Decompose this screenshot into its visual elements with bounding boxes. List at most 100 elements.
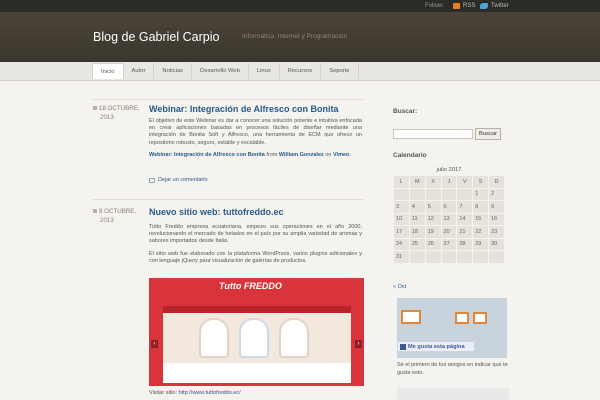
post-body: Tutto Freddo empresa ecuatoriana, empezo… — [149, 224, 362, 270]
tuttofreddo-screenshot[interactable]: Tutto FREDDO ‹ › — [149, 278, 364, 386]
calendar-day: 2 — [488, 187, 505, 201]
calendar-day: 15 — [472, 212, 490, 226]
calendar-day — [440, 187, 458, 201]
post-title[interactable]: Nuevo sitio web: tuttofreddo.ec — [149, 207, 284, 217]
cover-graphic — [401, 310, 421, 324]
cover-graphic — [455, 312, 469, 324]
calendar-day: 24 — [393, 237, 410, 251]
calendar-day — [456, 250, 474, 264]
banner-logo: Tutto FREDDO — [219, 281, 282, 291]
calendar-day — [488, 250, 505, 264]
post: 8 OCTUBRE, 2013 Nuevo sitio web: tuttofre… — [93, 207, 362, 282]
facebook-icon — [400, 343, 406, 350]
search-button[interactable]: Buscar — [475, 128, 501, 140]
visit-site-link[interactable]: http://www.tuttofreddo.ec/ — [179, 390, 241, 396]
facebook-widget-text: Sé el primero de tus amigos en indicar q… — [397, 362, 508, 376]
video-link[interactable]: Webinar: Integración de Alfresco con Bon… — [149, 152, 265, 158]
nav-item-autor[interactable]: Autor — [124, 63, 155, 79]
facebook-like-button[interactable]: Me gusta esta página — [397, 341, 475, 352]
calendar-day: 19 — [424, 225, 442, 239]
post-paragraph: El objetivo de este Webinar es dar a con… — [149, 118, 362, 146]
follow-label: Follow: — [425, 3, 445, 9]
calendar-day: 10 — [393, 212, 410, 226]
banner-nav — [163, 306, 351, 313]
rss-link[interactable]: RSS — [453, 3, 475, 9]
calendar-day — [408, 187, 426, 201]
calendar-day: 17 — [393, 225, 410, 239]
calendar-day: 20 — [440, 225, 458, 239]
nav-item-soporte[interactable]: Soporte — [321, 63, 359, 79]
comment-link[interactable]: Dejar un comentario — [149, 177, 208, 183]
nav-item-linux[interactable]: Linux — [249, 63, 280, 79]
calendar-day — [456, 187, 474, 201]
nav-item-inicio[interactable]: Inicio — [92, 63, 124, 79]
calendar-prev-link[interactable]: « Oct — [393, 284, 406, 290]
weekday: X — [424, 175, 442, 189]
calendar-day — [440, 250, 458, 264]
vimeo-link[interactable]: Vimeo — [333, 152, 349, 158]
post-paragraph: El sitio web fue elaborado con la plataf… — [149, 250, 362, 264]
slider-next-icon[interactable]: › — [355, 340, 362, 348]
calendar-day — [408, 250, 426, 264]
weekday: S — [472, 175, 490, 189]
weekday: M — [408, 175, 426, 189]
ice-cream-cup — [199, 318, 229, 358]
post-body: El objetivo de este Webinar es dar a con… — [149, 118, 362, 164]
calendar-day: 23 — [488, 225, 505, 239]
calendar: julio 2017 L M X J V S D 1 2 3 4 5 6 7 8 — [393, 165, 505, 264]
calendar-day: 3 — [393, 200, 410, 214]
calendar-day: 18 — [408, 225, 426, 239]
twitter-link[interactable]: Twitter — [480, 3, 509, 9]
calendar-day: 27 — [440, 237, 458, 251]
twitter-icon — [480, 3, 488, 9]
calendar-day: 7 — [456, 200, 474, 214]
post-embed-credit: Webinar: Integración de Alfresco con Bon… — [149, 151, 351, 158]
weekday: V — [456, 175, 474, 189]
post-title[interactable]: Webinar: Integración de Alfresco con Bon… — [149, 104, 339, 114]
calendar-day — [424, 187, 442, 201]
calendar-week: 10 11 12 13 14 15 16 — [393, 212, 505, 226]
post-divider — [93, 199, 363, 200]
slider-prev-icon[interactable]: ‹ — [151, 340, 158, 348]
weekday: J — [440, 175, 458, 189]
calendar-day: 9 — [488, 200, 505, 214]
top-bar: Follow: RSS Twitter — [0, 0, 600, 12]
site-description: Informática, Internet y Programación — [242, 33, 348, 40]
nav-item-noticias[interactable]: Noticias — [154, 63, 193, 79]
calendar-day: 12 — [424, 212, 442, 226]
facebook-widget-footer — [397, 388, 509, 400]
visit-site: Visitar sitio: http://www.tuttofreddo.ec… — [149, 390, 241, 396]
author-link[interactable]: William Gonzalez — [279, 152, 324, 158]
calendar-day: 21 — [456, 225, 474, 239]
calendar-day: 13 — [440, 212, 458, 226]
weekday: D — [488, 175, 505, 189]
calendar-day: 6 — [440, 200, 458, 214]
search-input[interactable] — [393, 129, 473, 139]
site-header: Blog de Gabriel Carpio Informática, Inte… — [0, 12, 600, 62]
site-title[interactable]: Blog de Gabriel Carpio — [93, 30, 219, 44]
calendar-day: 22 — [472, 225, 490, 239]
calendar-day: 1 — [472, 187, 490, 201]
calendar-week: 17 18 19 20 21 22 23 — [393, 225, 505, 239]
calendar-day — [472, 250, 490, 264]
calendar-week: 3 4 5 6 7 8 9 — [393, 200, 505, 214]
calendar-day: 8 — [472, 200, 490, 214]
calendar-day: 28 — [456, 237, 474, 251]
main-nav: Inicio Autor Noticias Desarrollo Web Lin… — [0, 62, 600, 81]
nav-item-desarrollo-web[interactable]: Desarrollo Web — [192, 63, 249, 79]
nav-item-recursos[interactable]: Recursos — [280, 63, 322, 79]
rss-label: RSS — [463, 3, 476, 9]
calendar-day — [393, 187, 410, 201]
ice-cream-cup — [279, 318, 309, 358]
twitter-label: Twitter — [491, 3, 509, 9]
calendar-caption: julio 2017 — [436, 167, 462, 173]
cover-graphic — [473, 312, 487, 324]
calendar-day: 16 — [488, 212, 505, 226]
rss-icon — [453, 3, 460, 9]
calendar-day: 31 — [393, 250, 410, 264]
calendar-heading: Calendario — [393, 152, 427, 159]
post-paragraph: Tutto Freddo empresa ecuatoriana, empezo… — [149, 224, 362, 245]
calendar-week: 1 2 — [393, 187, 505, 201]
search-heading: Buscar: — [393, 108, 418, 115]
banner-footer — [163, 363, 351, 383]
